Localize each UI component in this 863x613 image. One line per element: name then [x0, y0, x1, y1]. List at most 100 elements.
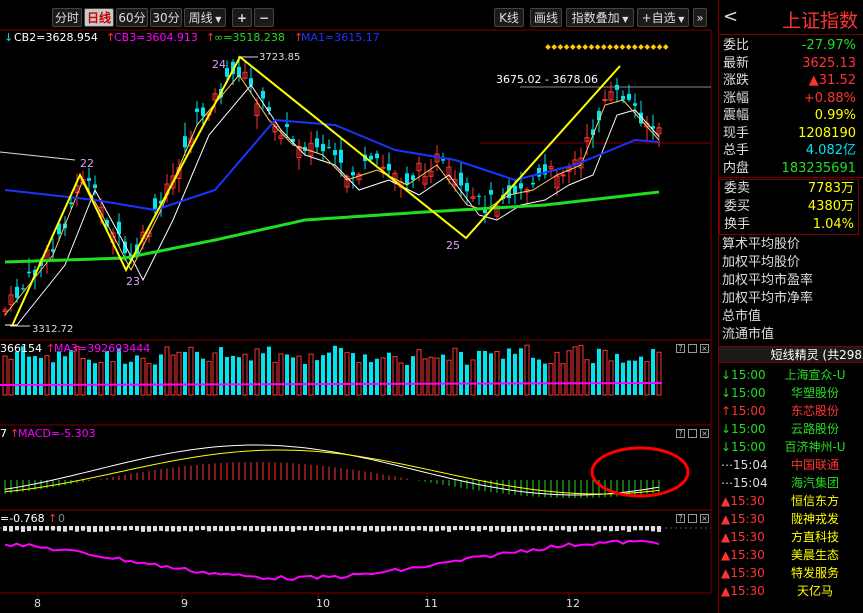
- volume-bar: [39, 357, 43, 395]
- metric-item[interactable]: 算术平均股价: [722, 236, 800, 253]
- indicator-bar: [291, 526, 295, 532]
- quote-value: ▲31.52: [808, 73, 856, 88]
- help-icon[interactable]: ?: [676, 429, 685, 438]
- signal-marker: [613, 44, 620, 50]
- maximize-icon[interactable]: [688, 344, 697, 353]
- volume-legend: 366154: [0, 342, 42, 355]
- candle-body: [261, 91, 265, 99]
- news-item[interactable]: ▲15:30 天亿马: [719, 582, 863, 600]
- volume-bar: [519, 348, 523, 395]
- volume-bar: [278, 353, 284, 396]
- volume-bar: [633, 360, 637, 395]
- volume-bar: [428, 356, 434, 396]
- indicator-bar: [567, 526, 571, 532]
- news-item[interactable]: ▲15:30 美晨生态: [719, 546, 863, 564]
- candle-body: [560, 174, 566, 177]
- indicator-bar: [573, 526, 577, 532]
- kline-chart[interactable]: [0, 0, 712, 600]
- maximize-icon[interactable]: [688, 429, 697, 438]
- volume-bar: [44, 355, 50, 396]
- volume-bar: [405, 364, 409, 395]
- indicator-bar: [237, 526, 241, 531]
- news-time: ↑15:00: [721, 404, 766, 418]
- maximize-icon[interactable]: [688, 514, 697, 523]
- volume-bar: [87, 359, 91, 395]
- volume-bar: [201, 358, 205, 395]
- close-icon[interactable]: ×: [700, 514, 709, 523]
- quote-key: 震幅: [723, 108, 750, 123]
- news-item[interactable]: ▲15:30 特发服务: [719, 564, 863, 582]
- order-value: 4380万: [807, 199, 854, 214]
- news-item[interactable]: ↑15:00 东芯股份: [719, 402, 863, 420]
- signal-marker: [582, 44, 589, 50]
- indicator-bar: [597, 526, 601, 532]
- close-icon[interactable]: ×: [700, 429, 709, 438]
- help-icon[interactable]: ?: [676, 514, 685, 523]
- indicator-bar: [441, 526, 445, 531]
- signal-marker: [644, 44, 651, 50]
- metric-item[interactable]: 加权平均市净率: [722, 290, 813, 307]
- quote-value: 183235691: [781, 160, 856, 176]
- signal-marker: [588, 44, 595, 50]
- close-icon[interactable]: ×: [700, 344, 709, 353]
- indicator-bar: [63, 526, 67, 532]
- volume-bar: [98, 361, 104, 396]
- month-label: 8: [34, 597, 41, 610]
- candle-body: [321, 143, 325, 152]
- wave-label-22: 22: [80, 157, 94, 170]
- indicator-bar: [243, 526, 247, 531]
- volume-bar: [249, 360, 253, 395]
- indicator-bar: [81, 526, 85, 531]
- metric-item[interactable]: 加权平均市盈率: [722, 272, 813, 289]
- indicator-bar: [387, 526, 391, 531]
- volume-bar: [129, 361, 133, 395]
- news-item[interactable]: ↓15:00 云路股份: [719, 420, 863, 438]
- metric-item[interactable]: 加权平均股价: [722, 254, 800, 271]
- volume-bar: [105, 350, 109, 395]
- indicator-bar: [405, 526, 409, 531]
- news-item[interactable]: ▲15:30 陇神戎发: [719, 510, 863, 528]
- indicator-bar: [615, 526, 619, 532]
- news-item[interactable]: ⋯15:04 中国联通: [719, 456, 863, 474]
- indicator-bar: [39, 526, 43, 531]
- volume-bar: [123, 363, 127, 395]
- volume-bar: [597, 348, 601, 395]
- volume-bar: [651, 349, 655, 395]
- volume-bar: [272, 361, 278, 396]
- quote-row: 最新 3625.13: [719, 55, 863, 73]
- indicator-bar: [267, 526, 271, 532]
- quote-value: 1208190: [798, 125, 856, 141]
- indicator-bar: [393, 526, 397, 531]
- news-item[interactable]: ↓15:00 百济神州-U: [719, 438, 863, 456]
- news-item[interactable]: ↓15:00 华塑股份: [719, 384, 863, 402]
- volume-bar: [339, 348, 343, 395]
- volume-bar: [584, 359, 590, 396]
- signal-marker: [625, 44, 632, 50]
- range-label: 3675.02 - 3678.06: [496, 73, 598, 86]
- volume-bar: [242, 353, 248, 396]
- indicator-bar: [651, 526, 655, 532]
- back-icon[interactable]: <: [723, 6, 738, 27]
- sprite-title: 短线精灵 (共298: [770, 348, 862, 362]
- news-item[interactable]: ↓15:00 上海宣众-U: [719, 366, 863, 384]
- volume-bar: [560, 363, 566, 396]
- metric-item[interactable]: 流通市值: [722, 326, 774, 343]
- help-icon[interactable]: ?: [676, 344, 685, 353]
- candle-body: [369, 155, 373, 160]
- indicator-bar: [75, 526, 79, 532]
- news-item[interactable]: ▲15:30 恒信东方: [719, 492, 863, 510]
- metric-item[interactable]: 总市值: [722, 308, 761, 325]
- indicator-bar: [627, 526, 631, 532]
- news-stock: 海汽集团: [790, 476, 839, 490]
- indicator-bar: [447, 526, 451, 532]
- news-stock: 特发服务: [790, 566, 839, 580]
- news-item[interactable]: ▲15:30 方直科技: [719, 528, 863, 546]
- indicator-value: =-0.768: [0, 512, 45, 525]
- indicator-bar: [147, 526, 151, 532]
- news-stock: 百济神州-U: [784, 440, 846, 454]
- volume-bar: [153, 364, 157, 395]
- quote-row: 内盘 183235691: [719, 160, 863, 178]
- volume-bar: [452, 347, 458, 396]
- indicator-bar: [321, 526, 325, 531]
- news-item[interactable]: ⋯15:04 海汽集团: [719, 474, 863, 492]
